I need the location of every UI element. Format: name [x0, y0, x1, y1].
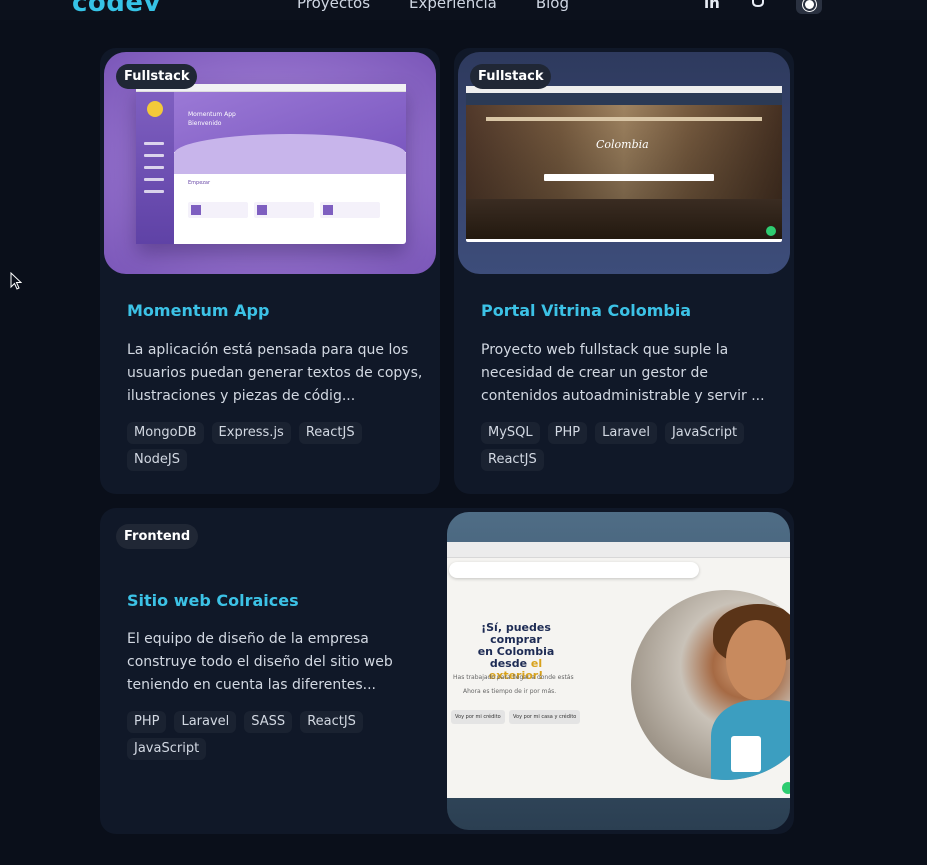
theme-toggle-button[interactable]: [796, 0, 822, 14]
mouse-cursor-icon: [10, 272, 22, 290]
tech-tag: ReactJS: [298, 422, 362, 444]
momentum-preview-screenshot: Momentum App Bienvenido Empezar: [136, 84, 406, 244]
site-logo[interactable]: codev: [72, 0, 161, 18]
vitrina-preview-screenshot: Colombia: [466, 86, 782, 242]
tech-tag: PHP: [127, 711, 167, 733]
github-icon[interactable]: [750, 0, 766, 12]
preview-button: Voy por mi crédito: [451, 710, 505, 724]
tech-tags: PHP Laravel SASS ReactJS JavaScript: [127, 711, 427, 760]
tech-tag: PHP: [547, 422, 588, 444]
preview-button: Voy por mi casa y crédito: [509, 710, 581, 724]
nav-link-experiencia[interactable]: Experiencia: [409, 0, 497, 12]
project-card-momentum[interactable]: Momentum App Bienvenido Empezar Fullstac…: [100, 48, 440, 494]
tech-tag: MongoDB: [127, 422, 204, 444]
tech-tag: MySQL: [481, 422, 540, 444]
linkedin-icon[interactable]: in: [704, 0, 720, 12]
category-badge: Fullstack: [470, 64, 552, 89]
tech-tags: MySQL PHP Laravel JavaScript ReactJS: [481, 422, 781, 471]
category-badge: Fullstack: [116, 64, 198, 89]
project-title[interactable]: Sitio web Colraices: [127, 591, 299, 610]
avatar-icon: [147, 101, 163, 117]
preview-subtext: Ahora es tiempo de ir por más.: [463, 688, 557, 695]
preview-headline: ¡Sí, puedes comprar en Colombia desde el…: [477, 621, 555, 682]
whatsapp-icon: [782, 782, 790, 794]
project-card-vitrina-colombia[interactable]: Colombia Fullstack Portal Vitrina Colomb…: [454, 48, 794, 494]
tech-tag: SASS: [244, 711, 293, 733]
project-description: El equipo de diseño de la empresa constr…: [127, 631, 393, 693]
project-description: Proyecto web fullstack que suple la nece…: [481, 342, 765, 404]
main-nav: Proyectos Experiencia Blog: [297, 0, 569, 12]
category-badge: Frontend: [116, 524, 199, 549]
tech-tag: NodeJS: [127, 449, 188, 471]
whatsapp-icon: [766, 226, 776, 236]
site-header: codev Proyectos Experiencia Blog in: [0, 0, 927, 20]
project-title[interactable]: Portal Vitrina Colombia: [481, 301, 691, 320]
preview-subtext: Has trabajado para llegar a donde estás: [453, 674, 574, 681]
tech-tag: JavaScript: [127, 738, 207, 760]
nav-link-proyectos[interactable]: Proyectos: [297, 0, 370, 12]
project-card-colraices[interactable]: Frontend Sitio web Colraices El equipo d…: [100, 508, 794, 834]
tech-tag: Laravel: [174, 711, 237, 733]
tech-tag: ReactJS: [300, 711, 363, 733]
hero-photo: [631, 590, 790, 780]
tech-tag: Laravel: [595, 422, 657, 444]
project-thumbnail[interactable]: ¡Sí, puedes comprar en Colombia desde el…: [447, 512, 790, 830]
nav-link-blog[interactable]: Blog: [536, 0, 569, 12]
preview-heading: Momentum App Bienvenido: [188, 111, 236, 127]
sun-icon: [804, 0, 814, 9]
tech-tag: Express.js: [211, 422, 291, 444]
colraices-preview-screenshot: ¡Sí, puedes comprar en Colombia desde el…: [447, 542, 790, 798]
tech-tag: ReactJS: [481, 449, 544, 471]
preview-brand: Colombia: [596, 138, 649, 151]
preview-section-label: Empezar: [188, 180, 211, 186]
project-title[interactable]: Momentum App: [127, 301, 269, 320]
project-description: La aplicación está pensada para que los …: [127, 342, 423, 404]
tech-tags: MongoDB Express.js ReactJS NodeJS: [127, 422, 427, 471]
tech-tag: JavaScript: [664, 422, 745, 444]
